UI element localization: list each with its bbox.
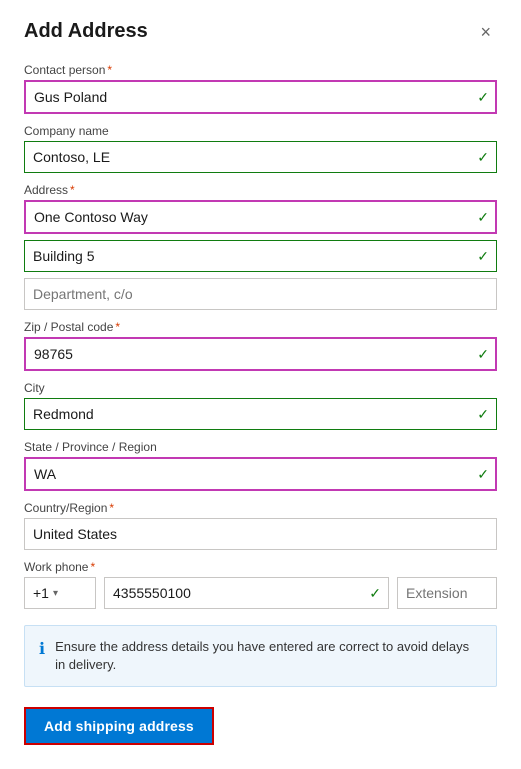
company-name-label: Company name: [24, 124, 497, 138]
zip-input-wrapper: ✓: [24, 337, 497, 371]
company-name-input-wrapper: ✓: [24, 141, 497, 173]
city-input[interactable]: [24, 398, 497, 430]
company-name-input[interactable]: [24, 141, 497, 173]
dialog-header: Add Address ×: [24, 20, 497, 43]
add-address-dialog: Add Address × Contact person* ✓ Company …: [0, 0, 521, 769]
country-input[interactable]: [24, 518, 497, 550]
phone-row: +1 ▾ +1 ✓: [24, 577, 497, 609]
address-field: Address* ✓ ✓: [24, 183, 497, 310]
close-button[interactable]: ×: [474, 21, 497, 43]
contact-person-field: Contact person* ✓: [24, 63, 497, 114]
work-phone-field: Work phone* +1 ▾ +1 ✓: [24, 560, 497, 609]
city-field: City ✓: [24, 381, 497, 430]
phone-country-selector[interactable]: +1 ▾ +1: [24, 577, 96, 609]
state-input[interactable]: [24, 457, 497, 491]
address-line1-wrapper: ✓: [24, 200, 497, 234]
company-name-field: Company name ✓: [24, 124, 497, 173]
country-input-wrapper: [24, 518, 497, 550]
state-label: State / Province / Region: [24, 440, 497, 454]
contact-person-label: Contact person*: [24, 63, 497, 77]
state-field: State / Province / Region ✓: [24, 440, 497, 491]
info-banner-text: Ensure the address details you have ente…: [55, 638, 482, 674]
address-line3-wrapper: [24, 278, 497, 310]
city-label: City: [24, 381, 497, 395]
city-input-wrapper: ✓: [24, 398, 497, 430]
info-icon: ℹ: [39, 639, 45, 659]
address-line2-wrapper: ✓: [24, 240, 497, 272]
contact-person-input[interactable]: [24, 80, 497, 114]
address-line3-input[interactable]: [24, 278, 497, 310]
country-field: Country/Region*: [24, 501, 497, 550]
info-banner: ℹ Ensure the address details you have en…: [24, 625, 497, 687]
address-line1-input[interactable]: [24, 200, 497, 234]
contact-person-input-wrapper: ✓: [24, 80, 497, 114]
work-phone-label: Work phone*: [24, 560, 497, 574]
zip-label: Zip / Postal code*: [24, 320, 497, 334]
zip-field: Zip / Postal code* ✓: [24, 320, 497, 371]
dialog-title: Add Address: [24, 20, 148, 43]
address-label: Address*: [24, 183, 497, 197]
country-label: Country/Region*: [24, 501, 497, 515]
add-shipping-button[interactable]: Add shipping address: [24, 707, 214, 745]
address-line2-input[interactable]: [24, 240, 497, 272]
state-input-wrapper: ✓: [24, 457, 497, 491]
phone-number-input[interactable]: [104, 577, 389, 609]
phone-number-wrapper: ✓: [104, 577, 389, 609]
zip-input[interactable]: [24, 337, 497, 371]
extension-input[interactable]: [397, 577, 497, 609]
